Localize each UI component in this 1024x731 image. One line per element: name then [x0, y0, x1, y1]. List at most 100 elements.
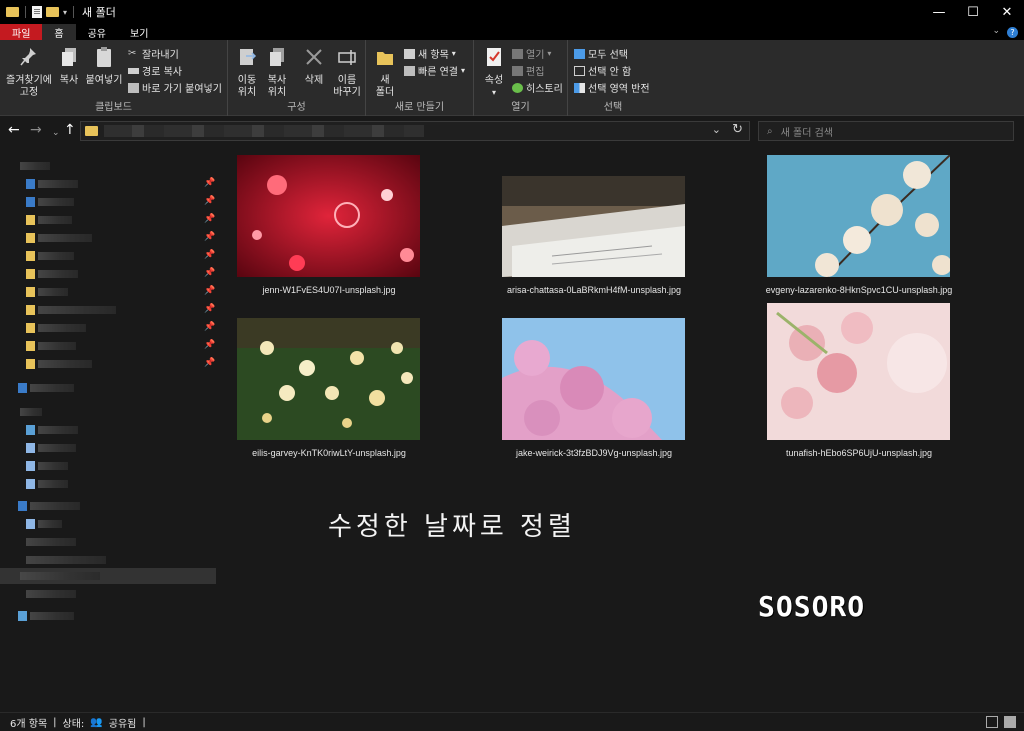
nav-tree-item[interactable]	[0, 158, 216, 174]
nav-tree-item-selected[interactable]	[0, 568, 216, 584]
nav-tree-item[interactable]: 📌	[0, 320, 216, 336]
delete-button[interactable]: 삭제	[300, 46, 328, 87]
nav-tree-item[interactable]	[0, 608, 216, 624]
nav-tree-item[interactable]: 📌	[0, 266, 216, 282]
chevron-down-icon[interactable]: ⌄	[992, 26, 1000, 36]
history-label: 히스토리	[526, 84, 563, 95]
close-button[interactable]: ✕	[990, 0, 1024, 24]
nav-tree-item[interactable]	[0, 586, 216, 602]
file-name[interactable]: eilis-garvey-KnTK0riwLtY-unsplash.jpg	[204, 448, 454, 458]
chevron-down-icon: ▾	[460, 66, 465, 75]
properties-quick-icon[interactable]	[32, 6, 42, 18]
maximize-button[interactable]: ☐	[956, 0, 990, 24]
nav-tree-item[interactable]	[0, 380, 216, 396]
nav-tree-item[interactable]: 📌	[0, 248, 216, 264]
new-item-button[interactable]: 새 항목 ▾	[404, 46, 456, 61]
nav-tree-item[interactable]	[0, 404, 216, 420]
customize-toolbar-icon[interactable]: ▾	[63, 8, 67, 17]
tab-home[interactable]: 홈	[42, 24, 76, 40]
tab-file[interactable]: 파일	[0, 24, 43, 40]
paste-shortcut-label: 바로 가기 붙여넣기	[142, 84, 222, 95]
move-to-button[interactable]: 이동 위치	[232, 46, 262, 99]
rename-button[interactable]: 이름 바꾸기	[330, 46, 364, 99]
overlay-caption: 수정한 날짜로 정렬	[328, 512, 576, 542]
nav-tree-item[interactable]: 📌	[0, 212, 216, 228]
forward-arrow-icon[interactable]: →	[30, 123, 42, 137]
new-folder-button[interactable]: 새 폴더	[372, 46, 398, 99]
minimize-button[interactable]: —	[922, 0, 956, 24]
address-input[interactable]: ⌄ ↻	[80, 121, 750, 141]
file-name[interactable]: tunafish-hEbo6SP6UjU-unsplash.jpg	[734, 448, 984, 458]
easy-access-icon	[404, 65, 415, 76]
file-thumbnail[interactable]	[767, 155, 950, 277]
image-thumbnail	[502, 176, 685, 277]
tab-view[interactable]: 보기	[118, 24, 160, 40]
cut-button[interactable]: ✂ 잘라내기	[128, 46, 179, 61]
tab-share[interactable]: 공유	[76, 24, 118, 40]
nav-tree-item[interactable]: 📌	[0, 284, 216, 300]
nav-tree-item[interactable]: 📌	[0, 230, 216, 246]
folder-icon	[85, 126, 98, 136]
file-thumbnail[interactable]	[237, 155, 420, 277]
organize-group: 이동 위치 복사 위치 삭제 이름 바꾸기 구성	[228, 40, 366, 116]
nav-tree-item[interactable]	[0, 498, 216, 514]
invert-selection-button[interactable]: 선택 영역 반전	[574, 80, 650, 95]
scissors-icon: ✂	[128, 47, 137, 59]
easy-access-button[interactable]: 빠른 연결 ▾	[404, 63, 465, 78]
nav-tree-item[interactable]	[0, 516, 216, 532]
select-none-button[interactable]: 선택 안 함	[574, 63, 631, 78]
file-thumbnail[interactable]	[502, 176, 685, 277]
nav-tree-item[interactable]: 📌	[0, 338, 216, 354]
nav-tree-item[interactable]: 📌	[0, 194, 216, 210]
edit-button[interactable]: 편집	[512, 63, 544, 78]
refresh-icon[interactable]: ↻	[732, 122, 743, 137]
select-none-icon	[574, 65, 585, 76]
pin-to-quick-access-button[interactable]: 즐겨찾기에 고정	[4, 46, 54, 99]
nav-tree-item[interactable]	[0, 534, 216, 550]
new-folder-quick-icon[interactable]	[46, 7, 59, 17]
edit-label: 편집	[526, 67, 545, 78]
select-all-label: 모두 선택	[588, 50, 628, 61]
nav-tree-item[interactable]	[0, 440, 216, 456]
history-button[interactable]: 히스토리	[512, 80, 563, 95]
file-name[interactable]: jake-weirick-3t3fzBDJ9Vg-unsplash.jpg	[469, 448, 719, 458]
nav-tree-item[interactable]	[0, 476, 216, 492]
file-thumbnail[interactable]	[237, 318, 420, 440]
watermark-logo: SOSORO	[758, 590, 866, 623]
help-icon[interactable]: ?	[1007, 27, 1018, 38]
open-button[interactable]: 열기 ▾	[512, 46, 551, 61]
copy-button[interactable]: 복사	[56, 46, 82, 87]
details-view-icon[interactable]	[986, 716, 998, 728]
copy-path-label: 경로 복사	[142, 67, 182, 78]
nav-tree-item[interactable]: 📌	[0, 356, 216, 372]
properties-button[interactable]: 속성 ▾	[480, 46, 508, 99]
file-name[interactable]: evgeny-lazarenko-8HknSpvc1CU-unsplash.jp…	[734, 285, 984, 295]
file-name[interactable]: jenn-W1FvES4U07I-unsplash.jpg	[204, 285, 454, 295]
paste-shortcut-button[interactable]: 바로 가기 붙여넣기	[128, 80, 222, 95]
organize-group-label: 구성	[287, 102, 306, 113]
select-all-button[interactable]: 모두 선택	[574, 46, 628, 61]
file-name[interactable]: arisa-chattasa-0LaBRkmH4fM-unsplash.jpg	[469, 285, 719, 295]
shortcut-icon	[128, 82, 139, 93]
nav-tree-item[interactable]: 📌	[0, 302, 216, 318]
file-thumbnail[interactable]	[767, 303, 950, 440]
new-group: 새 폴더 새 항목 ▾ 빠른 연결 ▾ 새로 만들기	[366, 40, 474, 116]
nav-tree-item[interactable]	[0, 552, 216, 568]
nav-tree-item[interactable]: 📌	[0, 176, 216, 192]
file-thumbnail[interactable]	[502, 318, 685, 440]
nav-tree-item[interactable]	[0, 422, 216, 438]
large-icons-view-icon[interactable]	[1004, 716, 1016, 728]
copy-path-button[interactable]: 경로 복사	[128, 63, 182, 78]
search-input[interactable]: ⌕ 새 폴더 검색	[758, 121, 1014, 141]
chevron-down-icon[interactable]: ⌄	[712, 123, 721, 136]
pin-icon	[20, 48, 36, 66]
up-arrow-icon[interactable]: ↑	[64, 123, 76, 137]
copy-to-button[interactable]: 복사 위치	[262, 46, 292, 99]
new-item-label: 새 항목	[418, 50, 449, 61]
nav-tree-item[interactable]	[0, 458, 216, 474]
file-list: jenn-W1FvES4U07I-unsplash.jpg arisa-chat…	[220, 146, 1024, 712]
recent-locations-icon[interactable]: ⌄	[52, 126, 60, 140]
paste-button[interactable]: 붙여넣기	[84, 46, 124, 87]
path-icon	[128, 67, 139, 74]
back-arrow-icon[interactable]: ←	[8, 123, 20, 137]
